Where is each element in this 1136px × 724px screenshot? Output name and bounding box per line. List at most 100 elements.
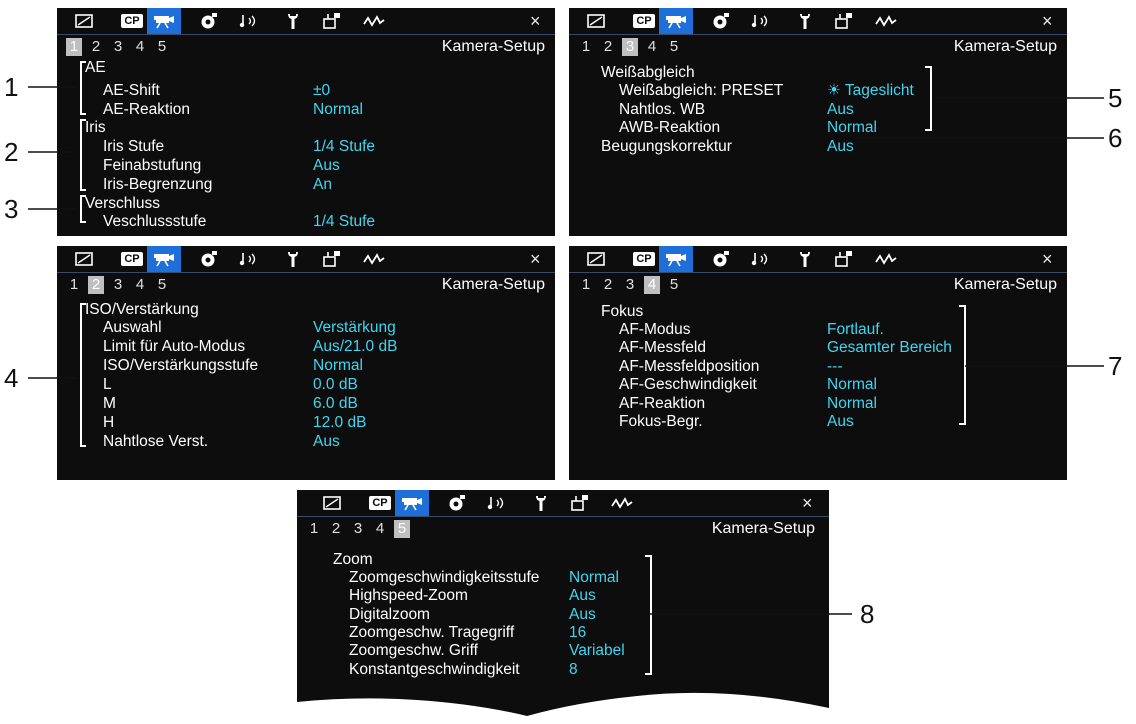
value-iris-stufe[interactable]: 1/4 Stufe bbox=[313, 137, 375, 156]
close-icon[interactable]: × bbox=[1042, 11, 1053, 31]
setting-limit-auto-modus[interactable]: Limit für Auto-Modus bbox=[103, 337, 245, 356]
page-tab-5[interactable]: 5 bbox=[663, 276, 685, 294]
setting-nahtlose-verst[interactable]: Nahtlose Verst. bbox=[103, 432, 208, 451]
audio-icon[interactable] bbox=[744, 248, 778, 270]
value-zoomgeschw-tragegriff[interactable]: 16 bbox=[569, 623, 586, 642]
page-tab-4[interactable]: 4 bbox=[129, 276, 151, 294]
page-tab-2[interactable]: 2 bbox=[597, 276, 619, 294]
value-iso-verstaerkungsstufe[interactable]: Normal bbox=[313, 356, 363, 375]
close-icon[interactable]: × bbox=[530, 11, 541, 31]
assign-icon[interactable] bbox=[827, 10, 861, 32]
custom-picture-icon[interactable]: CP bbox=[627, 248, 661, 270]
setting-zoomgeschw-tragegriff[interactable]: Zoomgeschw. Tragegriff bbox=[349, 623, 514, 642]
page-tab-2[interactable]: 2 bbox=[88, 276, 104, 294]
setting-iris-begrenzung[interactable]: Iris-Begrenzung bbox=[103, 175, 212, 194]
setting-digitalzoom[interactable]: Digitalzoom bbox=[349, 605, 430, 624]
setting-l[interactable]: L bbox=[103, 375, 112, 394]
recording-icon[interactable] bbox=[192, 248, 226, 270]
value-zoomgeschw-griff[interactable]: Variabel bbox=[569, 641, 625, 660]
page-tab-5[interactable]: 5 bbox=[151, 276, 173, 294]
value-l[interactable]: 0.0 dB bbox=[313, 375, 358, 394]
wrench-icon[interactable] bbox=[276, 248, 310, 270]
setting-ae-reaktion[interactable]: AE-Reaktion bbox=[103, 100, 190, 119]
page-tab-3[interactable]: 3 bbox=[107, 276, 129, 294]
value-nahtlose-verst[interactable]: Aus bbox=[313, 432, 340, 451]
page-tab-3[interactable]: 3 bbox=[619, 276, 641, 294]
value-awb-reaktion[interactable]: Normal bbox=[827, 118, 877, 137]
custom-picture-icon[interactable]: CP bbox=[363, 492, 397, 514]
recording-icon[interactable] bbox=[704, 248, 738, 270]
wave-icon[interactable] bbox=[869, 248, 903, 270]
page-tab-1[interactable]: 1 bbox=[575, 276, 597, 294]
value-ae-reaktion[interactable]: Normal bbox=[313, 100, 363, 119]
audio-icon[interactable] bbox=[232, 248, 266, 270]
value-m[interactable]: 6.0 dB bbox=[313, 394, 358, 413]
setting-feinabstufung[interactable]: Feinabstufung bbox=[103, 156, 201, 175]
page-tab-4[interactable]: 4 bbox=[129, 38, 151, 56]
close-icon[interactable]: × bbox=[1042, 249, 1053, 269]
setting-awb-reaktion[interactable]: AWB-Reaktion bbox=[619, 118, 720, 137]
page-tab-4[interactable]: 4 bbox=[644, 276, 660, 294]
custom-picture-icon[interactable]: CP bbox=[115, 10, 149, 32]
value-ae-shift[interactable]: ±0 bbox=[313, 81, 330, 100]
setting-af-modus[interactable]: AF-Modus bbox=[619, 320, 691, 339]
page-tab-1[interactable]: 1 bbox=[303, 520, 325, 538]
value-nahtlos-wb[interactable]: Aus bbox=[827, 100, 854, 119]
picture-icon[interactable] bbox=[579, 10, 613, 32]
assign-icon[interactable] bbox=[315, 10, 349, 32]
setting-af-messfeldposition[interactable]: AF-Messfeldposition bbox=[619, 357, 759, 376]
page-tab-3[interactable]: 3 bbox=[107, 38, 129, 56]
setting-h[interactable]: H bbox=[103, 413, 114, 432]
assign-icon[interactable] bbox=[315, 248, 349, 270]
wrench-icon[interactable] bbox=[524, 492, 558, 514]
close-icon[interactable]: × bbox=[530, 249, 541, 269]
page-tab-4[interactable]: 4 bbox=[641, 38, 663, 56]
setting-af-reaktion[interactable]: AF-Reaktion bbox=[619, 394, 705, 413]
setting-beugungskorrektur[interactable]: Beugungskorrektur bbox=[601, 137, 732, 156]
value-af-messfeldposition[interactable]: --- bbox=[827, 357, 843, 376]
value-feinabstufung[interactable]: Aus bbox=[313, 156, 340, 175]
assign-icon[interactable] bbox=[563, 492, 597, 514]
value-iris-begrenzung[interactable]: An bbox=[313, 175, 332, 194]
audio-icon[interactable] bbox=[744, 10, 778, 32]
camera-icon[interactable] bbox=[147, 8, 181, 34]
value-af-geschwindigkeit[interactable]: Normal bbox=[827, 375, 877, 394]
custom-picture-icon[interactable]: CP bbox=[627, 10, 661, 32]
recording-icon[interactable] bbox=[704, 10, 738, 32]
setting-af-messfeld[interactable]: AF-Messfeld bbox=[619, 338, 706, 357]
value-beugungskorrektur[interactable]: Aus bbox=[827, 137, 854, 156]
recording-icon[interactable] bbox=[440, 492, 474, 514]
wrench-icon[interactable] bbox=[276, 10, 310, 32]
camera-icon[interactable] bbox=[659, 246, 693, 272]
custom-picture-icon[interactable]: CP bbox=[115, 248, 149, 270]
picture-icon[interactable] bbox=[315, 492, 349, 514]
audio-icon[interactable] bbox=[480, 492, 514, 514]
value-auswahl[interactable]: Verstärkung bbox=[313, 318, 396, 337]
picture-icon[interactable] bbox=[579, 248, 613, 270]
recording-icon[interactable] bbox=[192, 10, 226, 32]
audio-icon[interactable] bbox=[232, 10, 266, 32]
setting-iso-verstaerkungsstufe[interactable]: ISO/Verstärkungsstufe bbox=[103, 356, 258, 375]
close-icon[interactable]: × bbox=[802, 493, 813, 513]
wrench-icon[interactable] bbox=[788, 10, 822, 32]
value-fokus-begr[interactable]: Aus bbox=[827, 412, 854, 431]
setting-af-geschwindigkeit[interactable]: AF-Geschwindigkeit bbox=[619, 375, 757, 394]
value-limit-auto-modus[interactable]: Aus/21.0 dB bbox=[313, 337, 397, 356]
setting-iris-stufe[interactable]: Iris Stufe bbox=[103, 137, 164, 156]
setting-auswahl[interactable]: Auswahl bbox=[103, 318, 162, 337]
page-tab-2[interactable]: 2 bbox=[325, 520, 347, 538]
wave-icon[interactable] bbox=[869, 10, 903, 32]
setting-zoomgeschw-griff[interactable]: Zoomgeschw. Griff bbox=[349, 641, 478, 660]
page-tab-5[interactable]: 5 bbox=[394, 520, 410, 538]
value-weissabgleich-preset[interactable]: ☀ Tageslicht bbox=[827, 81, 914, 100]
setting-konstantgeschwindigkeit[interactable]: Konstantgeschwindigkeit bbox=[349, 660, 520, 679]
setting-nahtlos-wb[interactable]: Nahtlos. WB bbox=[619, 100, 705, 119]
value-zoomgeschwindigkeitsstufe[interactable]: Normal bbox=[569, 568, 619, 587]
wrench-icon[interactable] bbox=[788, 248, 822, 270]
wave-icon[interactable] bbox=[357, 248, 391, 270]
value-af-modus[interactable]: Fortlauf. bbox=[827, 320, 884, 339]
page-tab-1[interactable]: 1 bbox=[575, 38, 597, 56]
value-veschlussstufe[interactable]: 1/4 Stufe bbox=[313, 212, 375, 231]
value-af-messfeld[interactable]: Gesamter Bereich bbox=[827, 338, 952, 357]
setting-zoomgeschwindigkeitsstufe[interactable]: Zoomgeschwindigkeitsstufe bbox=[349, 568, 539, 587]
